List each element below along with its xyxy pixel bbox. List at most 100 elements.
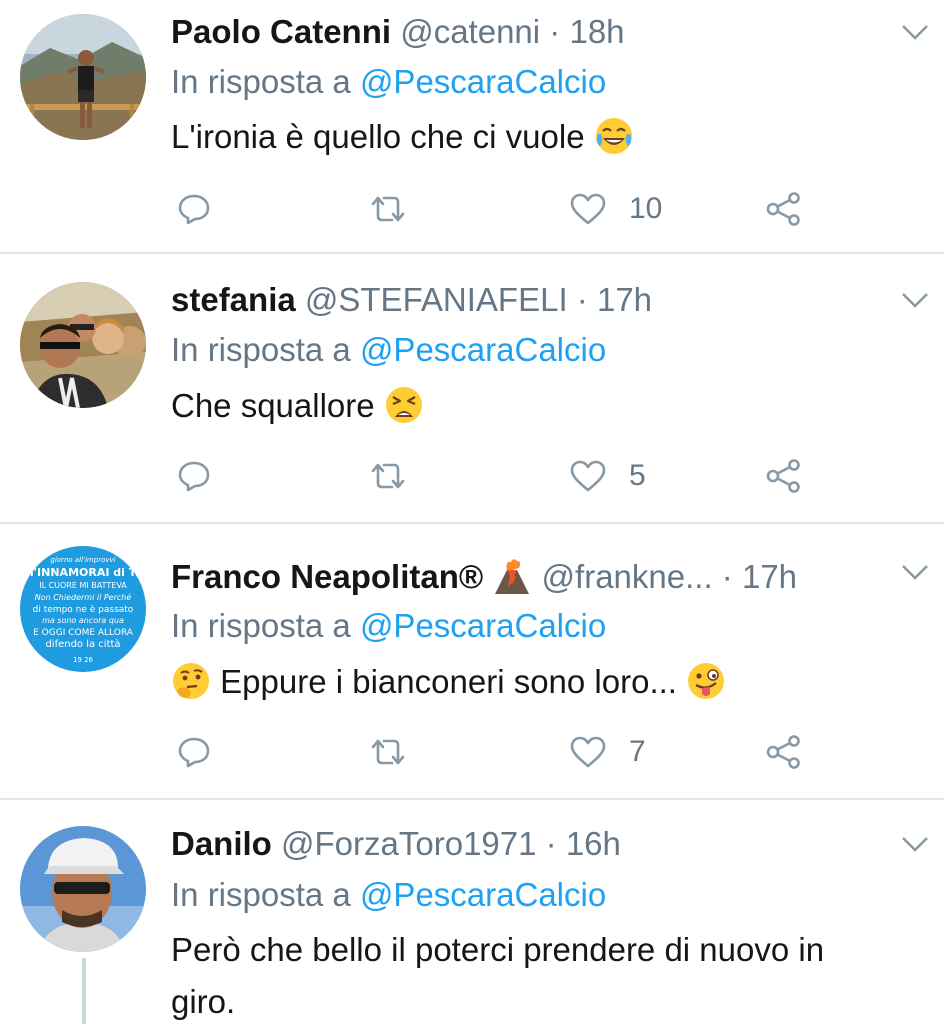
tweet-text: Eppure i bianconeri sono loro... <box>171 658 914 706</box>
separator-dot: · <box>545 825 566 862</box>
timestamp[interactable]: 17h <box>742 558 797 595</box>
avatar-photo-group-selfie <box>20 282 146 408</box>
reply-button[interactable] <box>177 187 211 231</box>
chevron-down-icon[interactable] <box>900 560 930 584</box>
svg-text:giorno all'improvvi: giorno all'improvvi <box>50 556 115 564</box>
chevron-down-icon[interactable] <box>900 832 930 856</box>
svg-text:IL CUORE MI BATTEVA: IL CUORE MI BATTEVA <box>39 581 127 590</box>
tweet-danilo[interactable]: Danilo @ForzaToro1971 · 16h In risposta … <box>0 800 944 1024</box>
svg-text:difendo la città: difendo la città <box>45 638 120 650</box>
user-handle[interactable]: @frankne... <box>542 558 713 595</box>
share-button[interactable] <box>765 454 803 498</box>
avatar[interactable] <box>20 826 146 952</box>
reply-context: In risposta a @PescaraCalcio <box>171 875 606 915</box>
heart-icon <box>570 460 606 492</box>
tweet-header: stefania @STEFANIAFELI · 17h <box>171 280 884 320</box>
share-icon <box>766 735 800 769</box>
face-with-tears-of-joy-icon <box>594 116 634 156</box>
heart-icon <box>570 193 606 225</box>
user-handle[interactable]: @catenni <box>400 13 540 50</box>
user-handle[interactable]: @ForzaToro1971 <box>281 825 536 862</box>
chevron-down-icon[interactable] <box>900 288 930 312</box>
avatar[interactable] <box>20 14 146 140</box>
separator-dot: · <box>721 558 742 595</box>
thinking-face-icon <box>171 661 211 701</box>
tweet-franco[interactable]: giorno all'improvvi m'INNAMORAI di TE IL… <box>0 524 944 798</box>
reply-prefix: In risposta a <box>171 876 351 913</box>
reply-mention-link[interactable]: @PescaraCalcio <box>360 63 606 100</box>
reply-button[interactable] <box>177 730 211 774</box>
reply-feed: Paolo Catenni @catenni · 18h In risposta… <box>0 0 944 1024</box>
reply-context: In risposta a @PescaraCalcio <box>171 606 606 646</box>
tweet-actions: 5 <box>171 454 851 498</box>
reply-icon <box>178 194 210 225</box>
retweet-icon <box>371 463 405 489</box>
tweet-actions: 10 <box>171 187 851 231</box>
tweet-header: Franco Neapolitan® @frankne... · 17h <box>171 556 884 596</box>
svg-text:19 26: 19 26 <box>73 656 94 664</box>
display-name[interactable]: Franco Neapolitan® <box>171 558 483 595</box>
tweet-stefania[interactable]: stefania @STEFANIAFELI · 17h In risposta… <box>0 254 944 522</box>
reply-prefix: In risposta a <box>171 63 351 100</box>
svg-text:E OGGI COME ALLORA: E OGGI COME ALLORA <box>33 628 134 638</box>
tweet-text: L'ironia è quello che ci vuole <box>171 113 914 161</box>
user-handle[interactable]: @STEFANIAFELI <box>305 281 568 318</box>
svg-text:ma sono ancora qua: ma sono ancora qua <box>42 616 124 625</box>
reply-prefix: In risposta a <box>171 331 351 368</box>
separator-dot: · <box>549 13 570 50</box>
avatar[interactable] <box>20 282 146 408</box>
like-button[interactable]: 7 <box>569 730 646 774</box>
tweet-header: Danilo @ForzaToro1971 · 16h <box>171 824 884 864</box>
tweet-text-content: Eppure i bianconeri sono loro... <box>220 663 677 700</box>
timestamp[interactable]: 18h <box>569 13 624 50</box>
avatar-photo-man-with-cap <box>20 826 146 952</box>
tweet-text-line: Però che bello il poterci prendere di nu… <box>171 931 825 968</box>
heart-icon <box>570 736 606 768</box>
reply-prefix: In risposta a <box>171 607 351 644</box>
share-icon <box>766 192 800 226</box>
display-name[interactable]: Danilo <box>171 825 272 862</box>
display-name[interactable]: stefania <box>171 281 296 318</box>
retweet-button[interactable] <box>368 187 408 231</box>
like-count: 5 <box>629 459 646 492</box>
reply-context: In risposta a @PescaraCalcio <box>171 62 606 102</box>
tweet-header: Paolo Catenni @catenni · 18h <box>171 12 884 52</box>
tweet-actions: 7 <box>171 730 851 774</box>
reply-icon <box>178 461 210 492</box>
like-count: 7 <box>629 735 646 768</box>
reply-mention-link[interactable]: @PescaraCalcio <box>360 876 606 913</box>
reply-mention-link[interactable]: @PescaraCalcio <box>360 331 606 368</box>
retweet-button[interactable] <box>368 730 408 774</box>
share-icon <box>766 459 800 493</box>
svg-text:di tempo ne è passato: di tempo ne è passato <box>33 604 134 615</box>
like-button[interactable]: 5 <box>569 454 646 498</box>
reply-icon <box>178 737 210 768</box>
like-button[interactable]: 10 <box>569 187 662 231</box>
retweet-icon <box>371 739 405 765</box>
reply-context: In risposta a @PescaraCalcio <box>171 330 606 370</box>
winking-face-with-tongue-icon <box>686 661 726 701</box>
avatar-photo-man-on-balcony <box>20 14 146 140</box>
like-count: 10 <box>629 192 663 225</box>
timestamp[interactable]: 16h <box>566 825 621 862</box>
reply-button[interactable] <box>177 454 211 498</box>
tweet-text-content: Che squallore <box>171 387 375 424</box>
tweet-text: Che squallore <box>171 382 914 430</box>
timestamp[interactable]: 17h <box>597 281 652 318</box>
tweet-paolo[interactable]: Paolo Catenni @catenni · 18h In risposta… <box>0 0 944 252</box>
chevron-down-icon[interactable] <box>900 20 930 44</box>
retweet-icon <box>371 196 405 222</box>
avatar-lyrics-graphic: giorno all'improvvi m'INNAMORAI di TE IL… <box>20 546 146 672</box>
volcano-icon <box>492 556 532 596</box>
avatar[interactable]: giorno all'improvvi m'INNAMORAI di TE IL… <box>20 546 146 672</box>
tweet-text-line: giro. <box>171 983 236 1020</box>
share-button[interactable] <box>765 187 803 231</box>
retweet-button[interactable] <box>368 454 408 498</box>
reply-mention-link[interactable]: @PescaraCalcio <box>360 607 606 644</box>
share-button[interactable] <box>765 730 803 774</box>
tweet-text: Però che bello il poterci prendere di nu… <box>171 926 914 1026</box>
thread-line <box>82 958 86 1024</box>
svg-text:Non Chiedermi il Perché: Non Chiedermi il Perché <box>35 592 132 602</box>
svg-text:m'INNAMORAI di TE: m'INNAMORAI di TE <box>22 566 144 579</box>
display-name[interactable]: Paolo Catenni <box>171 13 391 50</box>
